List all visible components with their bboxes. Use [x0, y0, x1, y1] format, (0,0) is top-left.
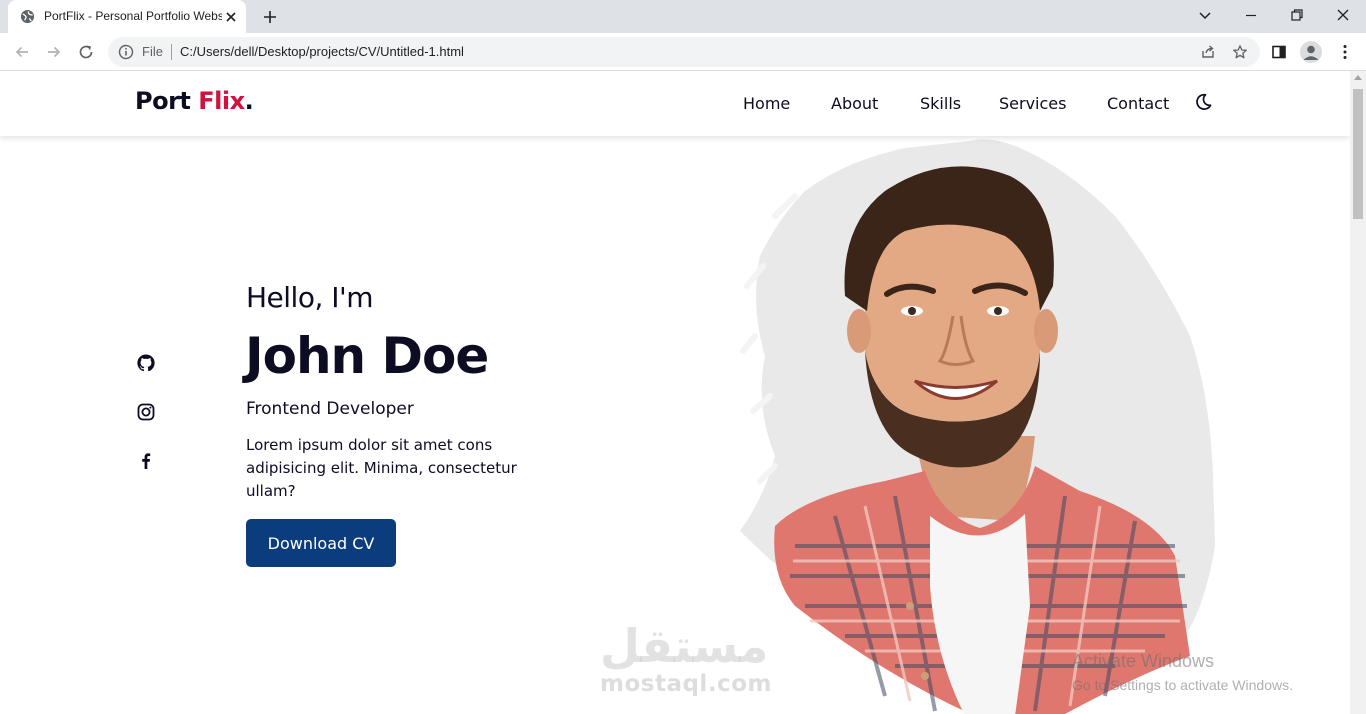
scroll-up-arrow-icon[interactable] — [1354, 75, 1362, 80]
nav-contact[interactable]: Contact — [1107, 94, 1169, 113]
watermark-arabic: مستقل — [600, 619, 769, 673]
browser-toolbar: File C:/Users/dell/Desktop/projects/CV/U… — [0, 33, 1366, 71]
logo-dot: . — [244, 87, 254, 115]
watermark-latin: mostaql.com — [600, 671, 772, 697]
logo-accent: Flix — [198, 87, 245, 115]
page-viewport: Port Flix. Home About Skills Services Co… — [0, 71, 1350, 714]
hero-role: Frontend Developer — [246, 399, 414, 419]
forward-icon[interactable] — [45, 43, 63, 61]
nav-about[interactable]: About — [831, 94, 878, 113]
address-bar[interactable]: File C:/Users/dell/Desktop/projects/CV/U… — [108, 37, 1260, 67]
facebook-icon[interactable] — [136, 451, 156, 471]
page-scrollbar[interactable] — [1350, 71, 1366, 714]
logo-main: Port — [135, 87, 199, 115]
site-logo[interactable]: Port Flix. — [135, 87, 254, 115]
hero-portrait — [740, 139, 1215, 714]
nav-services[interactable]: Services — [999, 94, 1066, 113]
close-window-icon[interactable] — [1334, 6, 1352, 24]
tab-search-icon[interactable] — [1196, 6, 1214, 24]
activate-windows-title: Activate Windows — [1072, 651, 1215, 671]
bookmark-star-icon[interactable] — [1232, 44, 1248, 60]
browser-tab-strip: PortFlix - Personal Portfolio Website — [0, 0, 1366, 33]
share-icon[interactable] — [1200, 44, 1216, 60]
url-text[interactable]: C:/Users/dell/Desktop/projects/CV/Untitl… — [180, 44, 464, 59]
moon-icon[interactable] — [1193, 92, 1213, 112]
activate-windows-subtitle: Go to Settings to activate Windows. — [1072, 677, 1293, 693]
tab-title: PortFlix - Personal Portfolio Website — [44, 9, 222, 23]
new-tab-icon[interactable] — [262, 9, 278, 25]
nav-skills[interactable]: Skills — [920, 94, 961, 113]
scroll-thumb[interactable] — [1353, 89, 1363, 219]
instagram-icon[interactable] — [136, 402, 156, 422]
hero-greeting: Hello, I'm — [246, 281, 374, 314]
reload-icon[interactable] — [77, 43, 95, 61]
hero-description: Lorem ipsum dolor sit amet cons adipisic… — [246, 436, 517, 500]
download-cv-button[interactable]: Download CV — [246, 519, 396, 567]
scheme-label: File — [142, 44, 163, 59]
back-icon[interactable] — [13, 43, 31, 61]
profile-avatar[interactable] — [1300, 41, 1322, 63]
omnibox-divider — [171, 44, 172, 60]
site-header: Port Flix. Home About Skills Services Co… — [0, 71, 1350, 136]
browser-tab[interactable]: PortFlix - Personal Portfolio Website — [8, 0, 246, 33]
hero-name: John Doe — [245, 327, 489, 385]
restore-icon[interactable] — [1288, 6, 1306, 24]
nav-home[interactable]: Home — [743, 94, 790, 113]
profile-icon — [1303, 45, 1319, 60]
site-info-icon[interactable] — [118, 44, 134, 60]
side-panel-icon[interactable] — [1270, 43, 1288, 61]
minimize-icon[interactable] — [1242, 6, 1260, 24]
globe-icon — [20, 9, 35, 24]
menu-kebab-icon[interactable] — [1336, 43, 1354, 61]
github-icon[interactable] — [136, 353, 156, 373]
close-tab-icon[interactable] — [224, 10, 238, 24]
